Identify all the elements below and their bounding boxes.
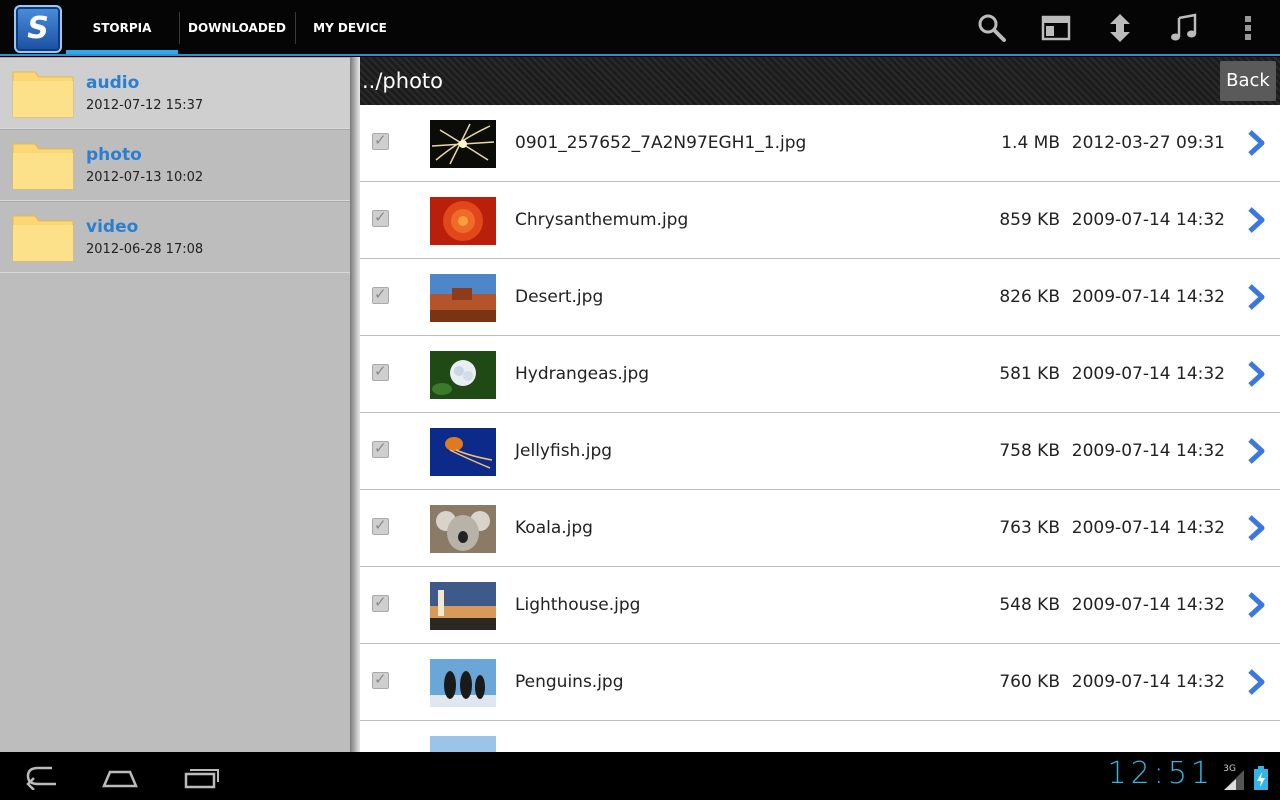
folder-item-video[interactable]: video 2012-06-28 17:08	[0, 201, 352, 273]
file-name: Lighthouse.jpg	[515, 595, 641, 615]
back-nav-icon[interactable]	[22, 762, 62, 790]
file-row[interactable]: Koala.jpg 763 KB 2009-07-14 14:32	[360, 490, 1280, 567]
file-date: 2009-07-14 14:32	[1071, 518, 1225, 538]
current-path: ../photo	[362, 69, 443, 93]
folder-icon	[12, 143, 74, 190]
chevron-right-icon[interactable]	[1244, 437, 1268, 465]
file-row[interactable]: Desert.jpg 826 KB 2009-07-14 14:32	[360, 259, 1280, 336]
tab-storpia[interactable]: STORPIA	[66, 0, 178, 54]
folder-sidebar: audio 2012-07-12 15:37 photo 2012-07-13 …	[0, 57, 352, 752]
folder-name: photo	[86, 145, 142, 165]
search-icon[interactable]	[976, 12, 1008, 44]
file-date: 2009-07-14 14:32	[1071, 672, 1225, 692]
file-row[interactable]: Lighthouse.jpg 548 KB 2009-07-14 14:32	[360, 567, 1280, 644]
file-date: 2009-07-14 14:32	[1071, 364, 1225, 384]
file-row[interactable]: Jellyfish.jpg 758 KB 2009-07-14 14:32	[360, 413, 1280, 490]
file-row[interactable]: 0901_257652_7A2N97EGH1_1.jpg 1.4 MB 2012…	[360, 105, 1280, 182]
path-bar: ../photo Back	[360, 57, 1280, 105]
file-row[interactable]: Hydrangeas.jpg 581 KB 2009-07-14 14:32	[360, 336, 1280, 413]
app-logo-letter: S	[27, 11, 49, 46]
signal-icon	[1224, 770, 1244, 790]
file-name: Jellyfish.jpg	[515, 441, 613, 461]
file-date: 2009-07-14 14:32	[1071, 441, 1225, 461]
chevron-right-icon[interactable]	[1244, 514, 1268, 542]
file-name: Desert.jpg	[515, 287, 604, 307]
file-checkbox[interactable]	[372, 670, 389, 689]
folder-name: video	[86, 217, 139, 237]
file-thumbnail	[430, 351, 496, 399]
file-list: 0901_257652_7A2N97EGH1_1.jpg 1.4 MB 2012…	[360, 105, 1280, 752]
recent-apps-icon[interactable]	[182, 762, 222, 790]
sort-icon[interactable]	[1104, 12, 1136, 44]
file-thumbnail	[430, 274, 496, 322]
chevron-right-icon[interactable]	[1244, 591, 1268, 619]
file-date: 2012-03-27 09:31	[1071, 133, 1225, 153]
status-clock: 12:51	[1107, 756, 1214, 791]
file-thumbnail	[430, 582, 496, 630]
folder-name: audio	[86, 73, 140, 93]
layout-icon[interactable]	[1040, 12, 1072, 44]
action-bar: S STORPIA DOWNLOADED MY DEVICE	[0, 0, 1280, 56]
sidebar-divider	[350, 57, 360, 752]
file-checkbox[interactable]	[372, 439, 389, 458]
file-date: 2009-07-14 14:32	[1071, 210, 1225, 230]
file-name: Chrysanthemum.jpg	[515, 210, 689, 230]
file-size: 760 KB	[999, 672, 1060, 692]
tab-my-device[interactable]: MY DEVICE	[296, 0, 404, 54]
home-nav-icon[interactable]	[100, 762, 140, 790]
folder-icon	[12, 215, 74, 262]
file-thumbnail	[430, 197, 496, 245]
file-row-partial[interactable]	[360, 721, 1280, 752]
file-thumbnail	[430, 120, 496, 168]
chevron-right-icon[interactable]	[1244, 360, 1268, 388]
file-checkbox[interactable]	[372, 285, 389, 304]
file-size: 763 KB	[999, 518, 1060, 538]
folder-date: 2012-07-12 15:37	[86, 98, 204, 113]
file-size: 758 KB	[999, 441, 1060, 461]
file-thumbnail	[430, 659, 496, 707]
back-button[interactable]: Back	[1220, 61, 1276, 101]
app-logo[interactable]: S	[14, 5, 62, 53]
folder-icon	[12, 71, 74, 118]
file-size: 859 KB	[999, 210, 1060, 230]
file-date: 2009-07-14 14:32	[1071, 595, 1225, 615]
tab-downloaded[interactable]: DOWNLOADED	[180, 0, 294, 54]
file-checkbox[interactable]	[372, 362, 389, 381]
file-checkbox[interactable]	[372, 516, 389, 535]
file-thumbnail	[430, 736, 496, 752]
file-size: 581 KB	[999, 364, 1060, 384]
file-checkbox[interactable]	[372, 593, 389, 612]
file-checkbox[interactable]	[372, 208, 389, 227]
chevron-right-icon[interactable]	[1244, 206, 1268, 234]
folder-date: 2012-07-13 10:02	[86, 170, 204, 185]
chevron-right-icon[interactable]	[1244, 668, 1268, 696]
file-thumbnail	[430, 428, 496, 476]
file-name: Hydrangeas.jpg	[515, 364, 650, 384]
folder-item-audio[interactable]: audio 2012-07-12 15:37	[0, 57, 352, 129]
file-name: Koala.jpg	[515, 518, 593, 538]
music-icon[interactable]	[1168, 12, 1200, 44]
system-bar: 12:51 3G	[0, 752, 1280, 800]
file-checkbox[interactable]	[372, 131, 389, 150]
file-name: Penguins.jpg	[515, 672, 624, 692]
chevron-right-icon[interactable]	[1244, 283, 1268, 311]
file-thumbnail	[430, 505, 496, 553]
file-size: 548 KB	[999, 595, 1060, 615]
file-date: 2009-07-14 14:32	[1071, 287, 1225, 307]
file-size: 1.4 MB	[1001, 133, 1060, 153]
overflow-menu-icon[interactable]	[1232, 12, 1264, 44]
file-row[interactable]: Chrysanthemum.jpg 859 KB 2009-07-14 14:3…	[360, 182, 1280, 259]
folder-date: 2012-06-28 17:08	[86, 242, 204, 257]
chevron-right-icon[interactable]	[1244, 129, 1268, 157]
folder-item-photo[interactable]: photo 2012-07-13 10:02	[0, 129, 352, 201]
file-row[interactable]: Penguins.jpg 760 KB 2009-07-14 14:32	[360, 644, 1280, 721]
file-name: 0901_257652_7A2N97EGH1_1.jpg	[515, 133, 807, 153]
file-list-pane: ../photo Back 0901_257652_7A2N97EGH1_1.j…	[360, 57, 1280, 752]
file-size: 826 KB	[999, 287, 1060, 307]
battery-charging-icon	[1254, 766, 1268, 790]
